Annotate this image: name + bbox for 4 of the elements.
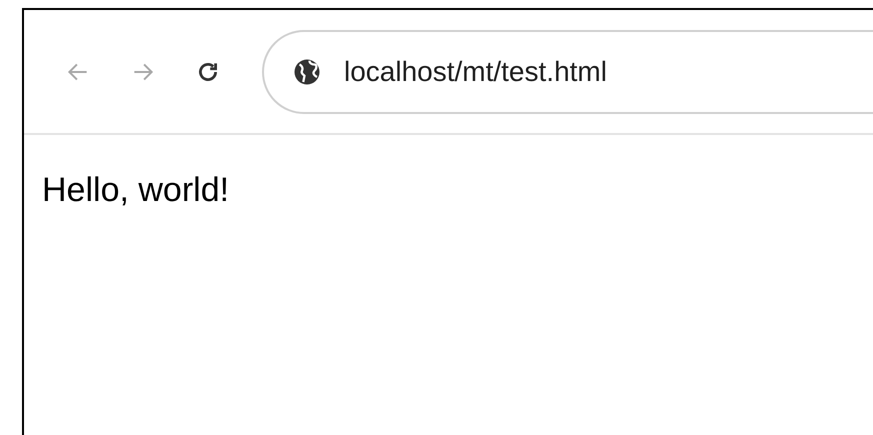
url-text: localhost/mt/test.html	[344, 54, 607, 88]
globe-icon	[292, 56, 322, 86]
page-text: Hello, world!	[42, 171, 230, 209]
address-bar[interactable]: localhost/mt/test.html	[262, 30, 873, 114]
